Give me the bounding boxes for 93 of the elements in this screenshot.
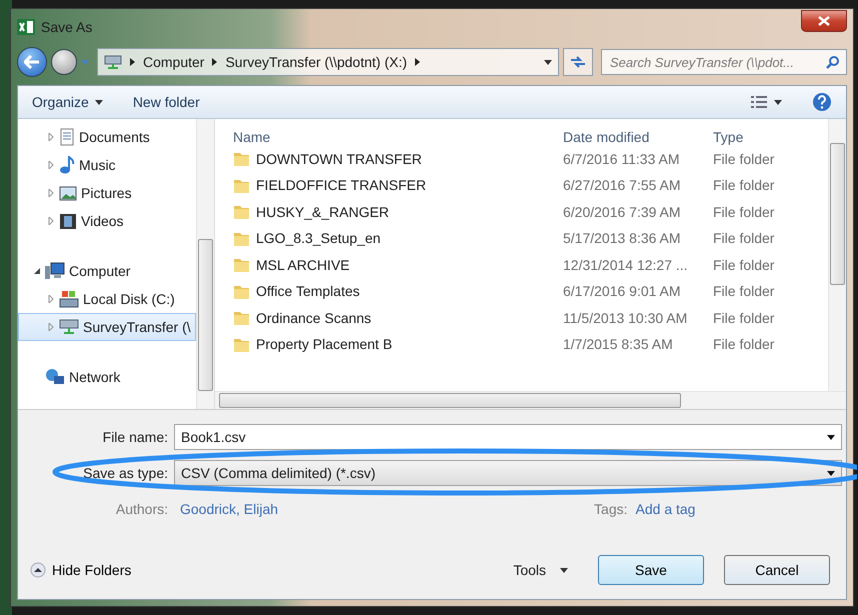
window-title: Save As	[41, 19, 94, 35]
close-icon	[818, 16, 830, 26]
caret-icon	[544, 60, 552, 64]
save-as-type-dropdown[interactable]: CSV (Comma delimited) (*.csv)	[174, 460, 842, 486]
caret-icon	[560, 568, 568, 572]
nav-scrollbar[interactable]	[196, 119, 214, 409]
date-cell-text: 5/17/2013 8:36 AM	[563, 229, 682, 248]
organize-menu[interactable]: Organize	[32, 94, 103, 110]
spreadsheet-app-icon	[17, 19, 35, 35]
expanded-arrow-icon[interactable]	[33, 267, 41, 275]
caret-icon	[94, 100, 103, 104]
network-drive-icon	[104, 54, 122, 70]
chevron-icon	[212, 58, 218, 66]
refresh-button[interactable]	[563, 48, 593, 76]
date-cell-text: 11/5/2013 10:30 AM	[563, 308, 688, 328]
collapsed-arrow-icon[interactable]	[47, 323, 55, 331]
file-name-cell[interactable]: LGO_8.3_Setup_en	[233, 225, 563, 252]
nav-item[interactable]: Computer	[18, 257, 196, 285]
file-name-field[interactable]: Book1.csv	[174, 424, 842, 450]
folder-icon	[233, 150, 250, 168]
new-folder-button[interactable]: New folder	[132, 94, 200, 110]
collapsed-arrow-icon[interactable]	[47, 189, 55, 197]
save-button[interactable]: Save	[598, 555, 704, 585]
save-as-type-label: Save as type:	[82, 465, 168, 481]
type-cell-text: File folder	[713, 229, 776, 248]
file-name-cell[interactable]: HUSKY_&_RANGER	[233, 198, 563, 225]
caret-icon	[774, 100, 782, 104]
refresh-arrows-icon	[570, 55, 586, 69]
date-cell-text: 6/20/2016 7:39 AM	[563, 202, 682, 222]
type-cell-text: File folder	[713, 176, 776, 196]
picture-icon	[59, 186, 77, 200]
collapsed-arrow-icon[interactable]	[47, 217, 55, 225]
tags-label: Tags:	[594, 501, 628, 517]
view-menu[interactable]	[750, 95, 782, 109]
file-name-cell[interactable]: MSL ARCHIVE	[233, 252, 563, 278]
chevron-icon	[130, 58, 135, 66]
date-cell-text: 6/17/2016 9:01 AM	[563, 282, 682, 302]
caret-icon	[827, 434, 835, 440]
address-bar[interactable]: Computer SurveyTransfer (\\pdotnt) (X:)	[97, 48, 559, 76]
file-name-cell[interactable]: Ordinance Scanns	[233, 304, 563, 331]
left-arrow-icon	[24, 55, 40, 69]
search-icon	[826, 55, 840, 69]
authors-label: Authors:	[114, 501, 168, 517]
tools-menu[interactable]: Tools	[513, 562, 568, 578]
close-button[interactable]	[801, 10, 847, 32]
film-icon	[59, 212, 77, 230]
type-cell-text: File folder	[713, 282, 776, 302]
collapse-icon	[30, 562, 46, 578]
type-cell-text: File folder	[713, 256, 776, 275]
type-cell-text: File folder	[713, 335, 776, 354]
search-field[interactable]: Search SurveyTransfer (\\pdot...	[601, 49, 847, 75]
nav-item[interactable]: Pictures	[18, 179, 196, 207]
computer-icon	[45, 262, 65, 280]
folder-icon	[233, 203, 250, 220]
help-icon[interactable]	[812, 92, 832, 112]
music-note-icon	[59, 156, 75, 174]
date-cell-text: 12/31/2014 12:27 ...	[563, 256, 689, 275]
caret-icon	[827, 470, 835, 476]
nav-item[interactable]: Videos	[18, 207, 196, 235]
breadcrumb-item[interactable]: SurveyTransfer (\\pdotnt) (X:)	[225, 54, 408, 70]
back-button[interactable]	[17, 47, 47, 77]
breadcrumb-item[interactable]: Computer	[143, 54, 204, 70]
document-icon	[59, 128, 75, 146]
hide-folders-button[interactable]: Hide Folders	[30, 562, 132, 578]
horizontal-scrollbar[interactable]	[215, 391, 846, 409]
nav-item[interactable]: Music	[18, 151, 196, 179]
type-cell-text: File folder	[713, 202, 776, 222]
chevron-icon	[415, 58, 420, 66]
date-cell-text: 6/27/2016 7:55 AM	[563, 176, 682, 196]
network-drive-icon	[59, 318, 79, 336]
date-cell-text: 1/7/2015 8:35 AM	[563, 335, 674, 354]
type-cell-text: File folder	[713, 308, 776, 328]
authors-link[interactable]: Goodrick, Elijah	[180, 501, 278, 517]
nav-item[interactable]: Documents	[18, 123, 196, 151]
folder-icon	[233, 309, 250, 326]
file-name-cell[interactable]: Office Templates	[233, 278, 563, 304]
network-icon	[45, 368, 65, 386]
file-name-label: File name:	[102, 429, 168, 445]
nav-item[interactable]: Local Disk (C:)	[18, 285, 196, 313]
folder-icon	[233, 256, 250, 274]
tags-link[interactable]: Add a tag	[636, 501, 696, 517]
file-name-cell[interactable]: Property Placement B	[233, 331, 563, 358]
cancel-button[interactable]: Cancel	[724, 555, 830, 585]
nav-item[interactable]: SurveyTransfer (\	[18, 313, 196, 341]
disk-drive-icon	[59, 290, 79, 308]
view-list-icon	[750, 95, 768, 109]
collapsed-arrow-icon[interactable]	[47, 295, 55, 303]
collapsed-arrow-icon[interactable]	[47, 133, 55, 141]
file-name-cell[interactable]: FIELDOFFICE TRANSFER	[233, 172, 563, 198]
collapsed-arrow-icon[interactable]	[47, 161, 55, 169]
file-list-scrollbar[interactable]	[828, 119, 846, 391]
nav-item[interactable]: Network	[18, 363, 196, 391]
forward-button[interactable]	[51, 49, 77, 75]
